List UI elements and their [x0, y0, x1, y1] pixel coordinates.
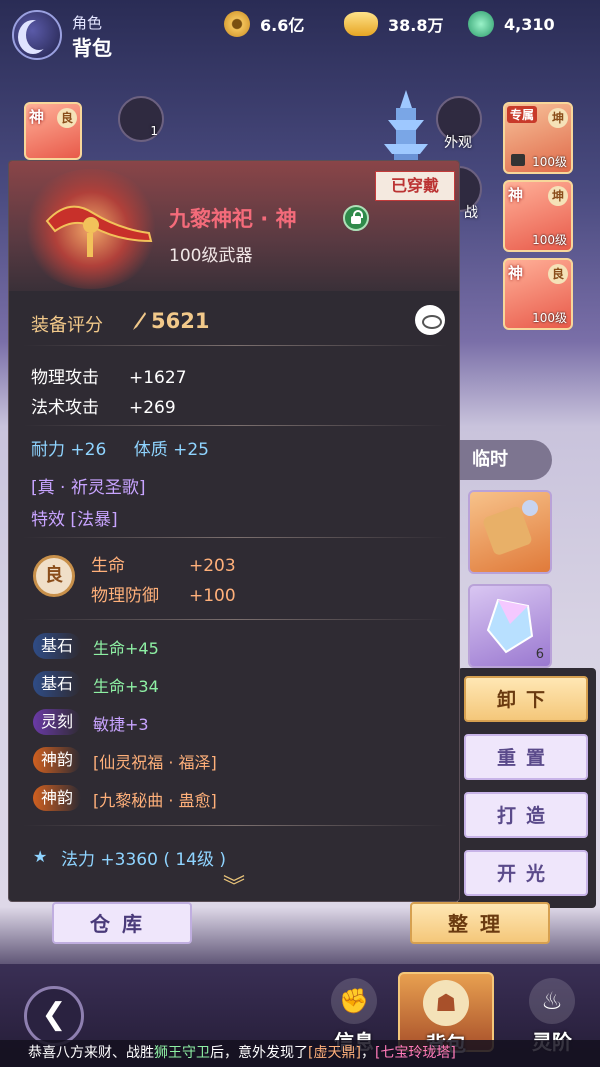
tier-tag: 神: [508, 264, 524, 282]
refine-stat-hp: 生命 +203: [91, 556, 236, 576]
currency-coin: 6.6亿: [224, 10, 304, 38]
fist-icon: ✊: [331, 978, 377, 1024]
gem-value: 生命+45: [93, 639, 159, 658]
equip-slot-2[interactable]: 神 坤 100级: [503, 180, 573, 252]
divider: [23, 425, 447, 426]
tier-tag: 神: [29, 108, 45, 126]
announcement-ticker: 恭喜八方来财、战胜狮王守卫后，意外发现了[虚天鼎]，[七宝玲珑塔]: [0, 1040, 600, 1067]
unlock-icon[interactable]: [343, 205, 369, 231]
moon-avatar-icon[interactable]: [12, 10, 62, 60]
level-label: 100级: [532, 311, 567, 325]
flame-icon: ♨: [529, 978, 575, 1024]
tier-tag: 神: [508, 186, 524, 204]
tooltip-header: 已穿戴 九黎神祀 · 神 100级武器: [9, 161, 459, 291]
temp-item-scroll[interactable]: [468, 490, 552, 574]
armor-count: 1: [150, 124, 158, 138]
warehouse-button[interactable]: 仓库: [52, 902, 192, 944]
stat-physical-attack: 物理攻击 +1627: [31, 368, 187, 388]
currency-jade: 4,310: [468, 10, 555, 38]
divider: [23, 825, 447, 826]
currency-ingot: 38.8万: [344, 10, 443, 38]
consecrate-button[interactable]: 开光: [464, 850, 588, 896]
grade-badge: 坤: [548, 108, 568, 128]
item-level-type: 100级武器: [169, 246, 253, 266]
item-tooltip: 已穿戴 九黎神祀 · 神 100级武器 装备评分 5621 物理攻击 +1627 …: [8, 160, 460, 902]
appearance-label: 外观: [444, 135, 472, 151]
quill-icon: [133, 312, 146, 330]
equip-slot-1[interactable]: 专属 坤 100级: [503, 102, 573, 174]
grade-badge: 良: [548, 264, 568, 284]
mana-line: 法力 +3360 ( 14级 ): [61, 850, 227, 870]
gem-tag: 基石: [33, 633, 82, 659]
appearance-button[interactable]: 外观: [436, 96, 482, 151]
page-title: 背包: [72, 36, 112, 60]
back-arrow-icon[interactable]: ❮: [24, 986, 84, 1046]
tier-tag: 专属: [507, 106, 538, 123]
chevron-down-icon[interactable]: ︾: [223, 869, 245, 901]
divider: [23, 537, 447, 538]
jade-value: 4,310: [504, 14, 555, 34]
gem-tag: 神韵: [33, 747, 82, 773]
tab-temporary[interactable]: 临时: [458, 440, 552, 480]
section-label: 角色: [72, 14, 103, 32]
stat-magic-attack: 法术攻击 +269: [31, 398, 176, 418]
unequip-button[interactable]: 卸下: [464, 676, 588, 722]
bag-icon: ☗: [423, 980, 469, 1026]
effect-line: 特效 [法暴]: [31, 510, 118, 530]
gem-value: 敏捷+3: [93, 715, 149, 734]
temp-item-crystal[interactable]: 6: [468, 584, 552, 668]
coin-icon: [224, 11, 250, 37]
battle-label: 战: [464, 205, 478, 221]
item-name: 九黎神祀 · 神: [169, 207, 297, 231]
stat-attr-line: 耐力 +26 体质 +25: [31, 440, 209, 460]
top-bar: 角色 背包 6.6亿 38.8万 4,310: [0, 0, 600, 70]
refine-stat-pdef: 物理防御 +100: [91, 586, 236, 606]
gem-value: 生命+34: [93, 677, 159, 696]
eye-icon[interactable]: [415, 305, 445, 335]
weapon-icon: [45, 205, 153, 257]
refine-grade-badge: 良: [33, 555, 75, 597]
level-label: 100级: [532, 233, 567, 247]
divider: [23, 619, 447, 620]
jade-icon: [468, 11, 494, 37]
grade-badge: 坤: [548, 186, 568, 206]
gem-value: [仙灵祝福 · 福泽]: [93, 753, 217, 772]
gold-ingot-icon: [344, 12, 378, 36]
armor-icon[interactable]: 1: [118, 96, 164, 142]
gem-value: [九黎秘曲 · 蛊愈]: [93, 791, 217, 810]
score-value: 5621: [151, 309, 210, 333]
coin-value: 6.6亿: [260, 16, 305, 35]
grade-badge: 良: [57, 108, 77, 128]
gem-tag: 灵刻: [33, 709, 82, 735]
skill-line: [真 · 祈灵圣歌]: [31, 478, 146, 498]
level-label: 100级: [532, 155, 567, 169]
gem-tag: 神韵: [33, 785, 82, 811]
worn-badge: 已穿戴: [375, 171, 455, 201]
sort-button[interactable]: 整理: [410, 902, 550, 944]
forge-button[interactable]: 打造: [464, 792, 588, 838]
star-icon: ★: [33, 847, 48, 866]
item-count: 6: [535, 647, 544, 662]
ingot-value: 38.8万: [388, 16, 444, 35]
reset-button[interactable]: 重置: [464, 734, 588, 780]
score-label: 装备评分: [31, 315, 103, 336]
pagoda-icon: [384, 90, 428, 168]
scroll-icon: [483, 500, 538, 555]
equip-slot-3[interactable]: 神 良 100级: [503, 258, 573, 330]
weapon-slot[interactable]: 神 良: [24, 102, 82, 160]
lock-icon: [511, 154, 525, 166]
gem-tag: 基石: [33, 671, 82, 697]
divider: [23, 345, 447, 346]
